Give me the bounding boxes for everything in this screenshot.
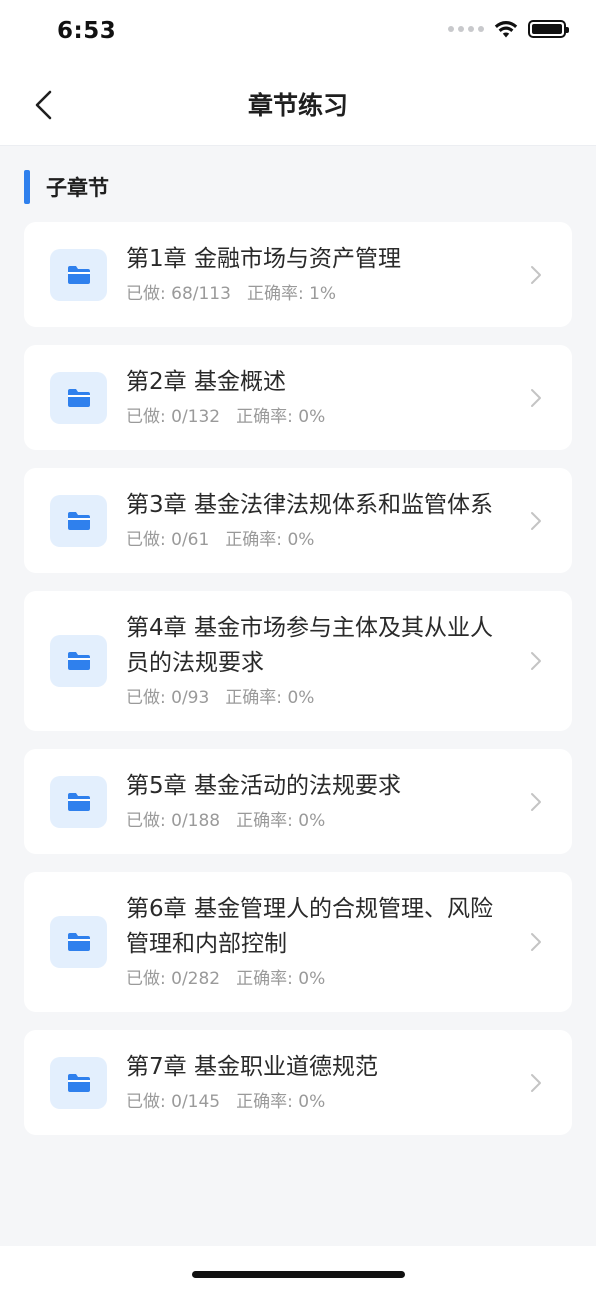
done-count: 已做: 0/61 [126, 530, 210, 550]
chapter-stats: 已做: 0/145 正确率: 0% [126, 1091, 512, 1113]
done-count: 已做: 0/93 [126, 688, 210, 708]
header: 6:53 章节练习 [0, 0, 596, 146]
folder-icon [50, 1056, 107, 1109]
wifi-icon [494, 21, 518, 38]
status-time: 6:53 [57, 18, 117, 44]
chapter-title: 第2章 基金概述 [126, 369, 286, 395]
accuracy-rate: 正确率: 0% [236, 1092, 326, 1112]
battery-icon [528, 20, 569, 38]
section-header: 子章节 [24, 170, 109, 204]
chapter-card[interactable]: 第4章 基金市场参与主体及其从业人员的法规要求 已做: 0/93 正确率: 0% [24, 591, 572, 731]
chevron-right-icon [531, 511, 541, 530]
accuracy-rate: 正确率: 1% [246, 284, 337, 304]
chevron-right-icon [531, 265, 541, 284]
chapter-card[interactable]: 第1章 金融市场与资产管理 已做: 68/113 正确率: 1% [24, 222, 572, 327]
section-accent-bar [24, 170, 30, 204]
chapter-card[interactable]: 第2章 基金概述 已做: 0/132 正确率: 0% [24, 345, 572, 450]
accuracy-rate: 正确率: 0% [236, 969, 326, 989]
folder-icon [50, 916, 107, 968]
section-title: 子章节 [46, 176, 109, 200]
chapter-title: 第4章 基金市场参与主体及其从业人员的法规要求 [126, 615, 493, 676]
folder-icon [50, 371, 107, 424]
chapter-title: 第5章 基金活动的法规要求 [126, 773, 401, 799]
done-count: 已做: 0/132 [126, 407, 221, 427]
chapter-title: 第3章 基金法律法规体系和监管体系 [126, 492, 493, 518]
chapter-title: 第7章 基金职业道德规范 [126, 1054, 378, 1080]
done-count: 已做: 68/113 [126, 284, 231, 304]
chapter-stats: 已做: 0/93 正确率: 0% [126, 687, 512, 709]
bottom-safe-area [0, 1246, 596, 1290]
chapter-card[interactable]: 第6章 基金管理人的合规管理、风险管理和内部控制 已做: 0/282 正确率: 0… [24, 872, 572, 1012]
signal-icon [448, 26, 484, 32]
chevron-right-icon [531, 933, 541, 951]
home-indicator[interactable] [192, 1271, 405, 1278]
chevron-right-icon [531, 652, 541, 670]
accuracy-rate: 正确率: 0% [225, 530, 315, 550]
chapter-stats: 已做: 0/282 正确率: 0% [126, 968, 512, 990]
accuracy-rate: 正确率: 0% [236, 407, 326, 427]
done-count: 已做: 0/282 [126, 969, 221, 989]
chapter-card[interactable]: 第5章 基金活动的法规要求 已做: 0/188 正确率: 0% [24, 749, 572, 854]
folder-icon [50, 494, 107, 547]
done-count: 已做: 0/188 [126, 811, 221, 831]
chapter-card[interactable]: 第3章 基金法律法规体系和监管体系 已做: 0/61 正确率: 0% [24, 468, 572, 573]
chevron-right-icon [531, 1073, 541, 1092]
accuracy-rate: 正确率: 0% [225, 688, 315, 708]
folder-icon [50, 775, 107, 828]
chevron-right-icon [531, 792, 541, 811]
chapter-stats: 已做: 68/113 正确率: 1% [126, 283, 512, 305]
chapter-stats: 已做: 0/132 正确率: 0% [126, 406, 512, 428]
folder-icon [50, 248, 107, 301]
page-title: 章节练习 [247, 91, 348, 120]
done-count: 已做: 0/145 [126, 1092, 221, 1112]
chapter-list: 第1章 金融市场与资产管理 已做: 68/113 正确率: 1% 第2章 基金概述… [24, 222, 572, 1153]
chapter-stats: 已做: 0/188 正确率: 0% [126, 810, 512, 832]
status-icons [448, 20, 569, 38]
chevron-right-icon [531, 388, 541, 407]
accuracy-rate: 正确率: 0% [236, 811, 326, 831]
chapter-card[interactable]: 第7章 基金职业道德规范 已做: 0/145 正确率: 0% [24, 1030, 572, 1135]
screen: 6:53 章节练习 子章节 第1章 金融市场与资产管理 已做: 68/113 正确… [0, 0, 596, 1290]
chapter-title: 第6章 基金管理人的合规管理、风险管理和内部控制 [126, 896, 493, 957]
folder-icon [50, 635, 107, 687]
chapter-title: 第1章 金融市场与资产管理 [126, 246, 401, 272]
chapter-stats: 已做: 0/61 正确率: 0% [126, 529, 512, 551]
